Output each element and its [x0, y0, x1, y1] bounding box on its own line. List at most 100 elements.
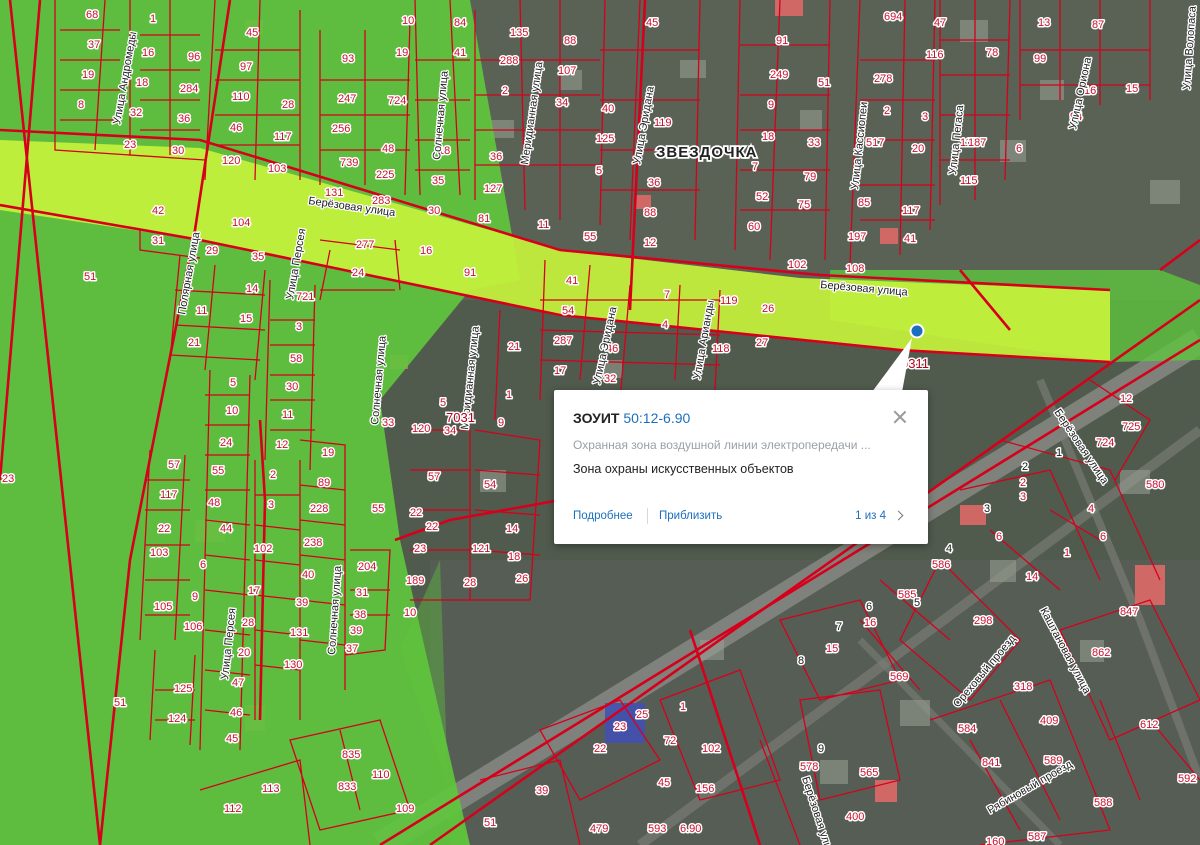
- svg-text:10: 10: [402, 15, 414, 27]
- svg-text:2: 2: [1020, 477, 1026, 489]
- svg-text:81: 81: [478, 213, 490, 225]
- svg-text:46: 46: [230, 122, 242, 134]
- popup-footer: Подробнее Приблизить 1 из 4: [573, 508, 908, 526]
- svg-text:85: 85: [858, 197, 870, 209]
- svg-text:18: 18: [136, 77, 148, 89]
- svg-text:517: 517: [866, 137, 884, 149]
- zone-info-popup: ЗОУИТ 50:12-6.90 Охранная зона воздушной…: [554, 390, 928, 544]
- svg-text:102: 102: [788, 259, 806, 271]
- svg-text:584: 584: [958, 723, 976, 735]
- svg-text:57: 57: [428, 471, 440, 483]
- svg-text:47: 47: [232, 677, 244, 689]
- svg-text:41: 41: [566, 275, 578, 287]
- svg-text:578: 578: [800, 761, 818, 773]
- popup-cad-number[interactable]: 50:12-6.90: [623, 410, 690, 426]
- svg-text:68: 68: [86, 9, 98, 21]
- svg-text:39: 39: [296, 597, 308, 609]
- location-marker[interactable]: [909, 323, 925, 339]
- svg-text:117: 117: [902, 205, 920, 217]
- result-pager: 1 из 4: [855, 510, 886, 522]
- svg-text:24: 24: [220, 437, 232, 449]
- svg-text:479: 479: [590, 823, 608, 835]
- svg-text:39: 39: [536, 785, 548, 797]
- svg-text:694: 694: [884, 11, 902, 23]
- svg-text:51: 51: [114, 697, 126, 709]
- more-details-link[interactable]: Подробнее: [573, 510, 633, 522]
- svg-text:119: 119: [654, 117, 672, 129]
- svg-text:12: 12: [1120, 393, 1132, 405]
- svg-text:25: 25: [636, 709, 648, 721]
- svg-text:118: 118: [712, 343, 730, 355]
- svg-text:21: 21: [508, 341, 520, 353]
- svg-text:14: 14: [246, 283, 258, 295]
- svg-text:91: 91: [776, 35, 788, 47]
- svg-text:2: 2: [270, 469, 276, 481]
- svg-text:79: 79: [804, 171, 816, 183]
- svg-text:40: 40: [302, 569, 314, 581]
- svg-text:11: 11: [282, 409, 293, 421]
- svg-text:57: 57: [168, 459, 180, 471]
- svg-text:35: 35: [252, 251, 264, 263]
- svg-text:97: 97: [240, 61, 252, 73]
- svg-text:103: 103: [150, 547, 168, 559]
- svg-text:30: 30: [286, 381, 298, 393]
- svg-text:1: 1: [1064, 547, 1070, 559]
- svg-text:36: 36: [490, 151, 502, 163]
- svg-text:35: 35: [432, 175, 444, 187]
- svg-text:204: 204: [358, 561, 376, 573]
- chevron-right-icon[interactable]: [892, 508, 908, 524]
- svg-text:9: 9: [192, 591, 198, 603]
- svg-text:110: 110: [372, 769, 390, 781]
- zoom-to-link[interactable]: Приблизить: [659, 510, 722, 522]
- svg-text:284: 284: [180, 83, 198, 95]
- svg-text:46: 46: [230, 707, 242, 719]
- svg-text:587: 587: [1028, 831, 1046, 843]
- svg-text:9: 9: [818, 743, 824, 755]
- svg-text:42: 42: [152, 205, 164, 217]
- svg-text:6: 6: [1016, 143, 1022, 155]
- zone-code-label-7031: 7031: [446, 410, 475, 425]
- svg-text:724: 724: [1096, 437, 1114, 449]
- svg-text:52: 52: [756, 191, 768, 203]
- popup-title-prefix: ЗОУИТ: [573, 410, 620, 426]
- close-icon[interactable]: [892, 409, 908, 425]
- svg-text:130: 130: [284, 659, 302, 671]
- svg-text:58: 58: [290, 353, 302, 365]
- svg-text:30: 30: [172, 145, 184, 157]
- svg-text:1: 1: [150, 13, 156, 25]
- svg-text:15: 15: [826, 643, 838, 655]
- svg-text:847: 847: [1120, 606, 1138, 618]
- svg-text:17: 17: [248, 585, 260, 597]
- popup-title: ЗОУИТ 50:12-6.90: [573, 410, 690, 426]
- svg-text:724: 724: [388, 95, 406, 107]
- svg-text:22: 22: [158, 523, 170, 535]
- svg-text:19: 19: [82, 69, 94, 81]
- svg-text:28: 28: [282, 99, 294, 111]
- svg-text:288: 288: [500, 55, 518, 67]
- svg-text:7: 7: [752, 161, 758, 173]
- svg-text:75: 75: [798, 199, 810, 211]
- svg-text:20: 20: [238, 647, 250, 659]
- svg-text:48: 48: [382, 143, 394, 155]
- svg-text:91: 91: [464, 267, 476, 279]
- svg-text:102: 102: [254, 543, 272, 555]
- svg-text:6.90: 6.90: [680, 823, 701, 835]
- svg-text:612: 612: [1140, 719, 1158, 731]
- svg-text:247: 247: [338, 93, 356, 105]
- svg-text:7: 7: [664, 289, 670, 301]
- svg-text:106: 106: [184, 621, 202, 633]
- svg-text:592: 592: [1178, 773, 1196, 785]
- svg-text:3: 3: [984, 503, 990, 515]
- svg-text:6: 6: [866, 601, 872, 613]
- svg-text:22: 22: [426, 521, 438, 533]
- svg-text:721: 721: [296, 291, 314, 303]
- svg-text:5: 5: [596, 165, 602, 177]
- svg-text:3: 3: [1020, 491, 1026, 503]
- svg-text:12: 12: [644, 237, 656, 249]
- svg-text:135: 135: [510, 27, 528, 39]
- svg-text:1: 1: [1056, 447, 1062, 459]
- svg-text:21: 21: [188, 337, 200, 349]
- svg-text:51: 51: [818, 77, 830, 89]
- svg-text:39: 39: [350, 625, 362, 637]
- svg-text:102: 102: [702, 743, 720, 755]
